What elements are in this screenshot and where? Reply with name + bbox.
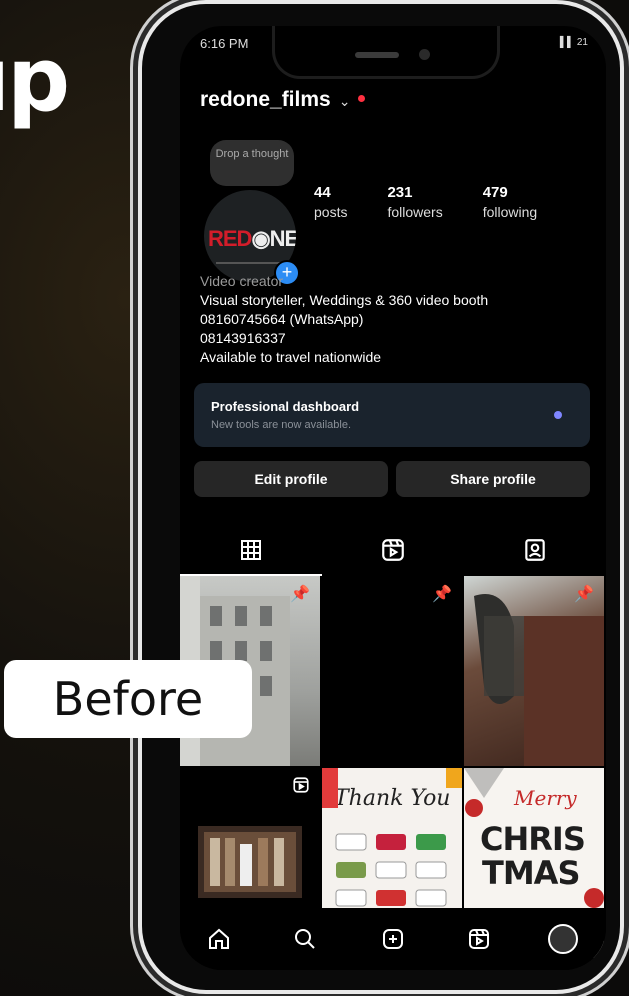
ornament-photo [474, 594, 604, 766]
logo-o-icon: ◉ [251, 226, 270, 251]
username[interactable]: redone_films [200, 88, 331, 111]
share-profile-button[interactable]: Share profile [396, 461, 590, 497]
stat-following[interactable]: 479 following [483, 184, 537, 220]
partial-heading-text: ıp [0, 28, 70, 131]
logo-tagline-line [216, 262, 286, 264]
profile-stats: 44 posts 231 followers 479 following [314, 184, 586, 220]
home-icon [209, 928, 229, 949]
pin-icon: 📌 [574, 586, 594, 603]
pro-dashboard-title: Professional dashboard [211, 399, 360, 414]
professional-dashboard-card[interactable]: Professional dashboard New tools are now… [194, 383, 590, 447]
bio-line: 08143916337 [200, 330, 286, 346]
tab-reels[interactable] [322, 526, 464, 574]
profile-bio: Video creator Visual storyteller, Weddin… [200, 272, 586, 367]
pin-icon: 📌 [432, 586, 452, 603]
camera [419, 49, 430, 60]
bio-line: Visual storyteller, Weddings & 360 video… [200, 292, 489, 308]
pin-icon: 📌 [290, 586, 310, 603]
pro-dashboard-subtitle: New tools are now available. [211, 419, 352, 431]
nav-profile[interactable] [546, 922, 580, 956]
bio-line: Available to travel nationwide [200, 349, 382, 365]
nav-create[interactable] [376, 922, 410, 956]
reels-icon [469, 929, 489, 949]
stat-followers[interactable]: 231 followers [387, 184, 442, 220]
logo-text-white: NE [269, 226, 296, 251]
posts-count: 44 [314, 184, 331, 201]
stat-posts[interactable]: 44 posts [314, 184, 347, 220]
profile-header: redone_films ⌄ [200, 88, 586, 118]
bio-line: 08160745664 (WhatsApp) [200, 311, 364, 327]
status-icons: ▌▌ 21 [559, 37, 588, 48]
tab-grid[interactable] [180, 526, 322, 576]
brand-logo: RED◉NE [208, 226, 296, 252]
add-post-icon [383, 929, 403, 949]
nav-home[interactable] [202, 922, 236, 956]
reel-icon [293, 777, 309, 793]
speaker [355, 52, 399, 58]
before-label: Before [4, 660, 252, 738]
status-time: 6:16 PM [200, 36, 249, 51]
bio-category: Video creator [200, 273, 284, 289]
edit-profile-button[interactable]: Edit profile [194, 461, 388, 497]
search-icon [295, 929, 315, 949]
following-count: 479 [482, 184, 508, 201]
nav-search[interactable] [288, 922, 322, 956]
tab-tagged[interactable] [464, 526, 606, 574]
followers-label: followers [387, 204, 443, 220]
grid-post-ornament[interactable]: 📌 [464, 576, 604, 766]
grid-icon [241, 540, 261, 560]
grid-post-black[interactable]: 📌 [322, 576, 462, 766]
notch [272, 26, 500, 79]
notification-dot [358, 95, 366, 102]
new-indicator-dot [554, 411, 562, 419]
profile-tabs [180, 526, 606, 576]
followers-count: 231 [387, 184, 413, 201]
profile-avatar-icon [548, 924, 578, 954]
logo-text-red: RED [208, 226, 252, 251]
tagged-icon [525, 539, 545, 561]
phone-frame: 6:16 PM ▌▌ 21 redone_films ⌄ RED◉NE + Dro… [142, 4, 620, 990]
nav-reels[interactable] [462, 922, 496, 956]
following-label: following [482, 204, 538, 220]
note-bubble[interactable]: Drop a thought [210, 140, 294, 186]
bottom-navigation [180, 908, 606, 970]
chevron-down-icon[interactable]: ⌄ [339, 93, 351, 110]
avatar[interactable]: RED◉NE + [204, 190, 300, 286]
reels-icon [382, 539, 404, 561]
phone-screen: 6:16 PM ▌▌ 21 redone_films ⌄ RED◉NE + Dro… [180, 26, 606, 970]
posts-label: posts [314, 204, 348, 220]
